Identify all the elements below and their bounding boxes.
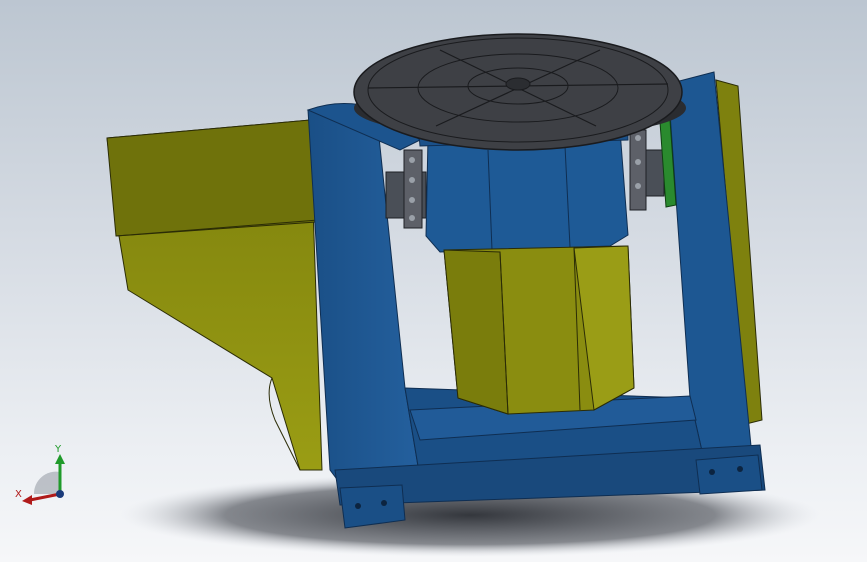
turntable-disc[interactable] [353, 33, 686, 151]
right-shaft[interactable] [629, 119, 677, 211]
triad-y-label: Y [55, 444, 62, 455]
positioner-model[interactable] [0, 0, 867, 562]
triad-x-label: X [15, 489, 22, 500]
rotary-column[interactable] [443, 245, 635, 415]
triad-icon [22, 454, 65, 505]
motor-housing[interactable] [106, 119, 323, 471]
foot-left [339, 484, 406, 529]
graphics-viewport[interactable]: Y X [0, 0, 867, 562]
foot-right [695, 454, 763, 495]
left-shaft[interactable] [385, 149, 427, 229]
